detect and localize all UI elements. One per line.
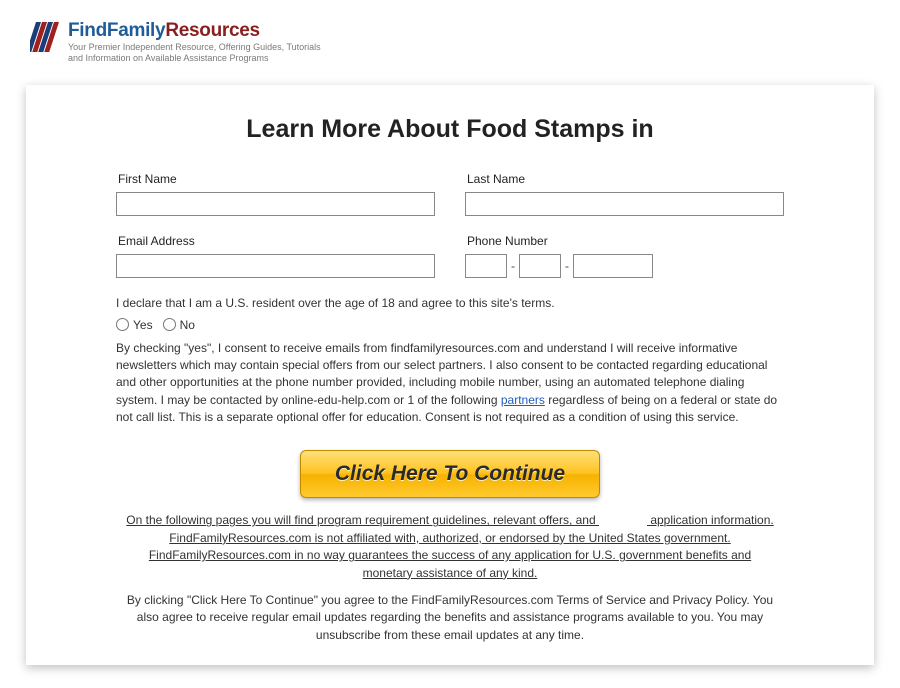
- phone-part-2[interactable]: [519, 254, 561, 278]
- disclaimer-a: On the following pages you will find pro…: [126, 513, 599, 527]
- row-name: First Name Last Name: [116, 172, 784, 216]
- terms-text: By clicking "Click Here To Continue" you…: [118, 592, 782, 644]
- brand-block: FindFamilyResources Your Premier Indepen…: [68, 20, 338, 65]
- consent-text: By checking "yes", I consent to receive …: [116, 340, 784, 427]
- last-name-input[interactable]: [465, 192, 784, 216]
- brand-tagline: Your Premier Independent Resource, Offer…: [68, 42, 338, 65]
- email-label: Email Address: [118, 234, 435, 248]
- brand-name: FindFamilyResources: [68, 20, 338, 42]
- radio-yes-label: Yes: [133, 318, 153, 332]
- radio-yes[interactable]: [116, 318, 129, 331]
- brand-find: Find: [68, 20, 107, 41]
- radio-group: Yes No: [116, 318, 784, 332]
- phone-part-3[interactable]: [573, 254, 653, 278]
- continue-button[interactable]: Click Here To Continue: [300, 450, 600, 498]
- first-name-input[interactable]: [116, 192, 435, 216]
- row-contact: Email Address Phone Number - -: [116, 234, 784, 278]
- last-name-label: Last Name: [467, 172, 784, 186]
- site-header: FindFamilyResources Your Premier Indepen…: [0, 0, 900, 75]
- disclaimer-text: On the following pages you will find pro…: [126, 512, 774, 582]
- page-title: Learn More About Food Stamps in: [116, 115, 784, 144]
- radio-no[interactable]: [163, 318, 176, 331]
- radio-no-label: No: [180, 318, 195, 332]
- form-card: Learn More About Food Stamps in First Na…: [26, 85, 874, 665]
- email-input[interactable]: [116, 254, 435, 278]
- flag-icon: [30, 22, 60, 52]
- phone-group: - -: [465, 254, 784, 278]
- partners-link[interactable]: partners: [501, 393, 545, 407]
- phone-label: Phone Number: [467, 234, 784, 248]
- first-name-label: First Name: [118, 172, 435, 186]
- declare-text: I declare that I am a U.S. resident over…: [116, 296, 784, 310]
- brand-resources: Resources: [165, 20, 259, 41]
- brand-family: Family: [107, 20, 165, 41]
- phone-sep-1: -: [511, 259, 515, 273]
- phone-sep-2: -: [565, 259, 569, 273]
- phone-part-1[interactable]: [465, 254, 507, 278]
